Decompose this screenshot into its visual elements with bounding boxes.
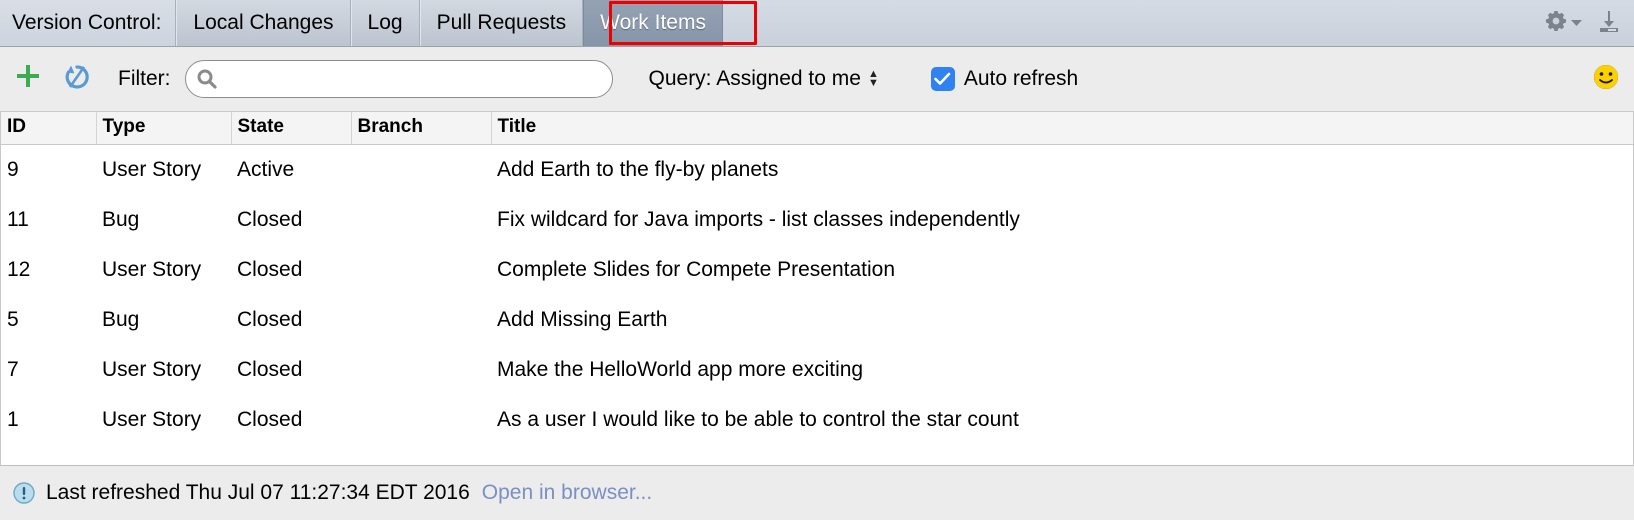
table-header-row: ID Type State Branch Title xyxy=(1,112,1633,145)
version-control-label: Version Control: xyxy=(0,0,177,46)
filter-label: Filter: xyxy=(118,67,171,90)
plus-icon xyxy=(17,65,39,87)
settings-button[interactable] xyxy=(1544,9,1582,38)
auto-refresh-checkbox[interactable] xyxy=(930,67,955,91)
tab-pull-requests[interactable]: Pull Requests xyxy=(419,0,584,46)
cell-state: Active xyxy=(237,157,295,181)
cell-id: 1 xyxy=(7,407,19,431)
hide-panel-button[interactable] xyxy=(1596,9,1622,38)
smiley-face-icon xyxy=(1592,63,1620,96)
stepper-down: ▼ xyxy=(867,77,879,89)
cell-type: User Story xyxy=(102,157,202,181)
tab-label: Local Changes xyxy=(193,11,334,34)
cell-title: Make the HelloWorld app more exciting xyxy=(497,357,864,381)
status-smiley-button[interactable] xyxy=(1592,63,1620,96)
auto-refresh-toggle[interactable]: Auto refresh xyxy=(930,67,1079,91)
work-items-table-container: ID Type State Branch Title 9 User Story … xyxy=(0,112,1634,465)
refresh-icon xyxy=(62,62,92,97)
cell-id: 7 xyxy=(7,357,19,381)
table-row[interactable]: 7 User Story Closed Make the HelloWorld … xyxy=(1,345,1633,395)
cell-state: Closed xyxy=(237,257,303,281)
work-items-panel: Version Control: Local Changes Log Pull … xyxy=(0,0,1634,520)
cell-branch xyxy=(351,295,491,345)
cell-title: As a user I would like to be able to con… xyxy=(497,407,1019,431)
cell-type: User Story xyxy=(102,357,202,381)
auto-refresh-label: Auto refresh xyxy=(963,67,1079,90)
tab-bar-actions xyxy=(1544,0,1634,46)
cell-branch xyxy=(351,345,491,395)
cell-branch xyxy=(351,145,491,195)
stepper-arrows-icon: ▲ ▼ xyxy=(867,69,879,89)
cell-title: Add Earth to the fly-by planets xyxy=(497,157,779,181)
work-items-table: ID Type State Branch Title 9 User Story … xyxy=(1,112,1633,445)
gear-icon xyxy=(1544,9,1568,38)
open-in-browser-link[interactable]: Open in browser... xyxy=(482,481,652,505)
filter-search-box[interactable] xyxy=(184,60,613,98)
tab-log[interactable]: Log xyxy=(350,0,420,46)
query-label: Query: Assigned to me xyxy=(648,67,861,90)
tab-label: Pull Requests xyxy=(436,11,567,34)
cell-type: Bug xyxy=(102,307,140,331)
table-row[interactable]: 9 User Story Active Add Earth to the fly… xyxy=(1,145,1633,195)
cell-title: Fix wildcard for Java imports - list cla… xyxy=(497,207,1020,231)
tab-bar-spacer xyxy=(723,0,1544,46)
search-icon xyxy=(196,68,218,90)
table-row[interactable]: 12 User Story Closed Complete Slides for… xyxy=(1,245,1633,295)
column-header-state[interactable]: State xyxy=(231,112,352,145)
table-body: 9 User Story Active Add Earth to the fly… xyxy=(1,145,1633,445)
refresh-button[interactable] xyxy=(62,62,92,97)
search-input[interactable] xyxy=(225,67,600,91)
info-icon xyxy=(12,481,36,505)
chevron-down-icon xyxy=(1571,14,1582,32)
cell-state: Closed xyxy=(237,307,303,331)
cell-title: Add Missing Earth xyxy=(497,307,668,331)
tab-label: Log xyxy=(367,11,403,34)
tab-work-items[interactable]: Work Items xyxy=(583,0,723,46)
column-header-branch[interactable]: Branch xyxy=(351,112,492,145)
status-bar: Last refreshed Thu Jul 07 11:27:34 EDT 2… xyxy=(0,465,1634,520)
cell-type: User Story xyxy=(102,257,202,281)
cell-state: Closed xyxy=(237,357,303,381)
table-header: ID Type State Branch Title xyxy=(1,112,1633,145)
table-row[interactable]: 1 User Story Closed As a user I would li… xyxy=(1,395,1633,445)
status-message: Last refreshed Thu Jul 07 11:27:34 EDT 2… xyxy=(46,481,470,504)
cell-type: User Story xyxy=(102,407,202,431)
column-header-title[interactable]: Title xyxy=(491,112,1633,145)
query-selector[interactable]: Query: Assigned to me ▲ ▼ xyxy=(649,67,879,91)
tab-bar: Version Control: Local Changes Log Pull … xyxy=(0,0,1634,47)
cell-id: 11 xyxy=(7,207,29,231)
cell-id: 5 xyxy=(7,307,19,331)
cell-id: 9 xyxy=(7,157,19,181)
column-header-id[interactable]: ID xyxy=(1,112,97,145)
table-empty-area xyxy=(1,444,1633,465)
cell-state: Closed xyxy=(237,207,303,231)
checkmark-icon xyxy=(934,72,951,85)
tab-local-changes[interactable]: Local Changes xyxy=(176,0,351,46)
table-row[interactable]: 5 Bug Closed Add Missing Earth xyxy=(1,295,1633,345)
cell-branch xyxy=(351,245,491,295)
cell-type: Bug xyxy=(102,207,140,231)
table-row[interactable]: 11 Bug Closed Fix wildcard for Java impo… xyxy=(1,195,1633,245)
cell-branch xyxy=(351,195,491,245)
cell-title: Complete Slides for Compete Presentation xyxy=(497,257,896,281)
cell-id: 12 xyxy=(7,257,31,281)
work-items-toolbar: Filter: Query: Assigned to me ▲ ▼ Auto r… xyxy=(0,47,1634,112)
cell-state: Closed xyxy=(237,407,303,431)
column-header-type[interactable]: Type xyxy=(96,112,232,145)
add-work-item-button[interactable] xyxy=(14,62,42,96)
hide-panel-icon xyxy=(1596,9,1622,38)
tab-label: Work Items xyxy=(600,11,706,34)
cell-branch xyxy=(351,395,491,445)
